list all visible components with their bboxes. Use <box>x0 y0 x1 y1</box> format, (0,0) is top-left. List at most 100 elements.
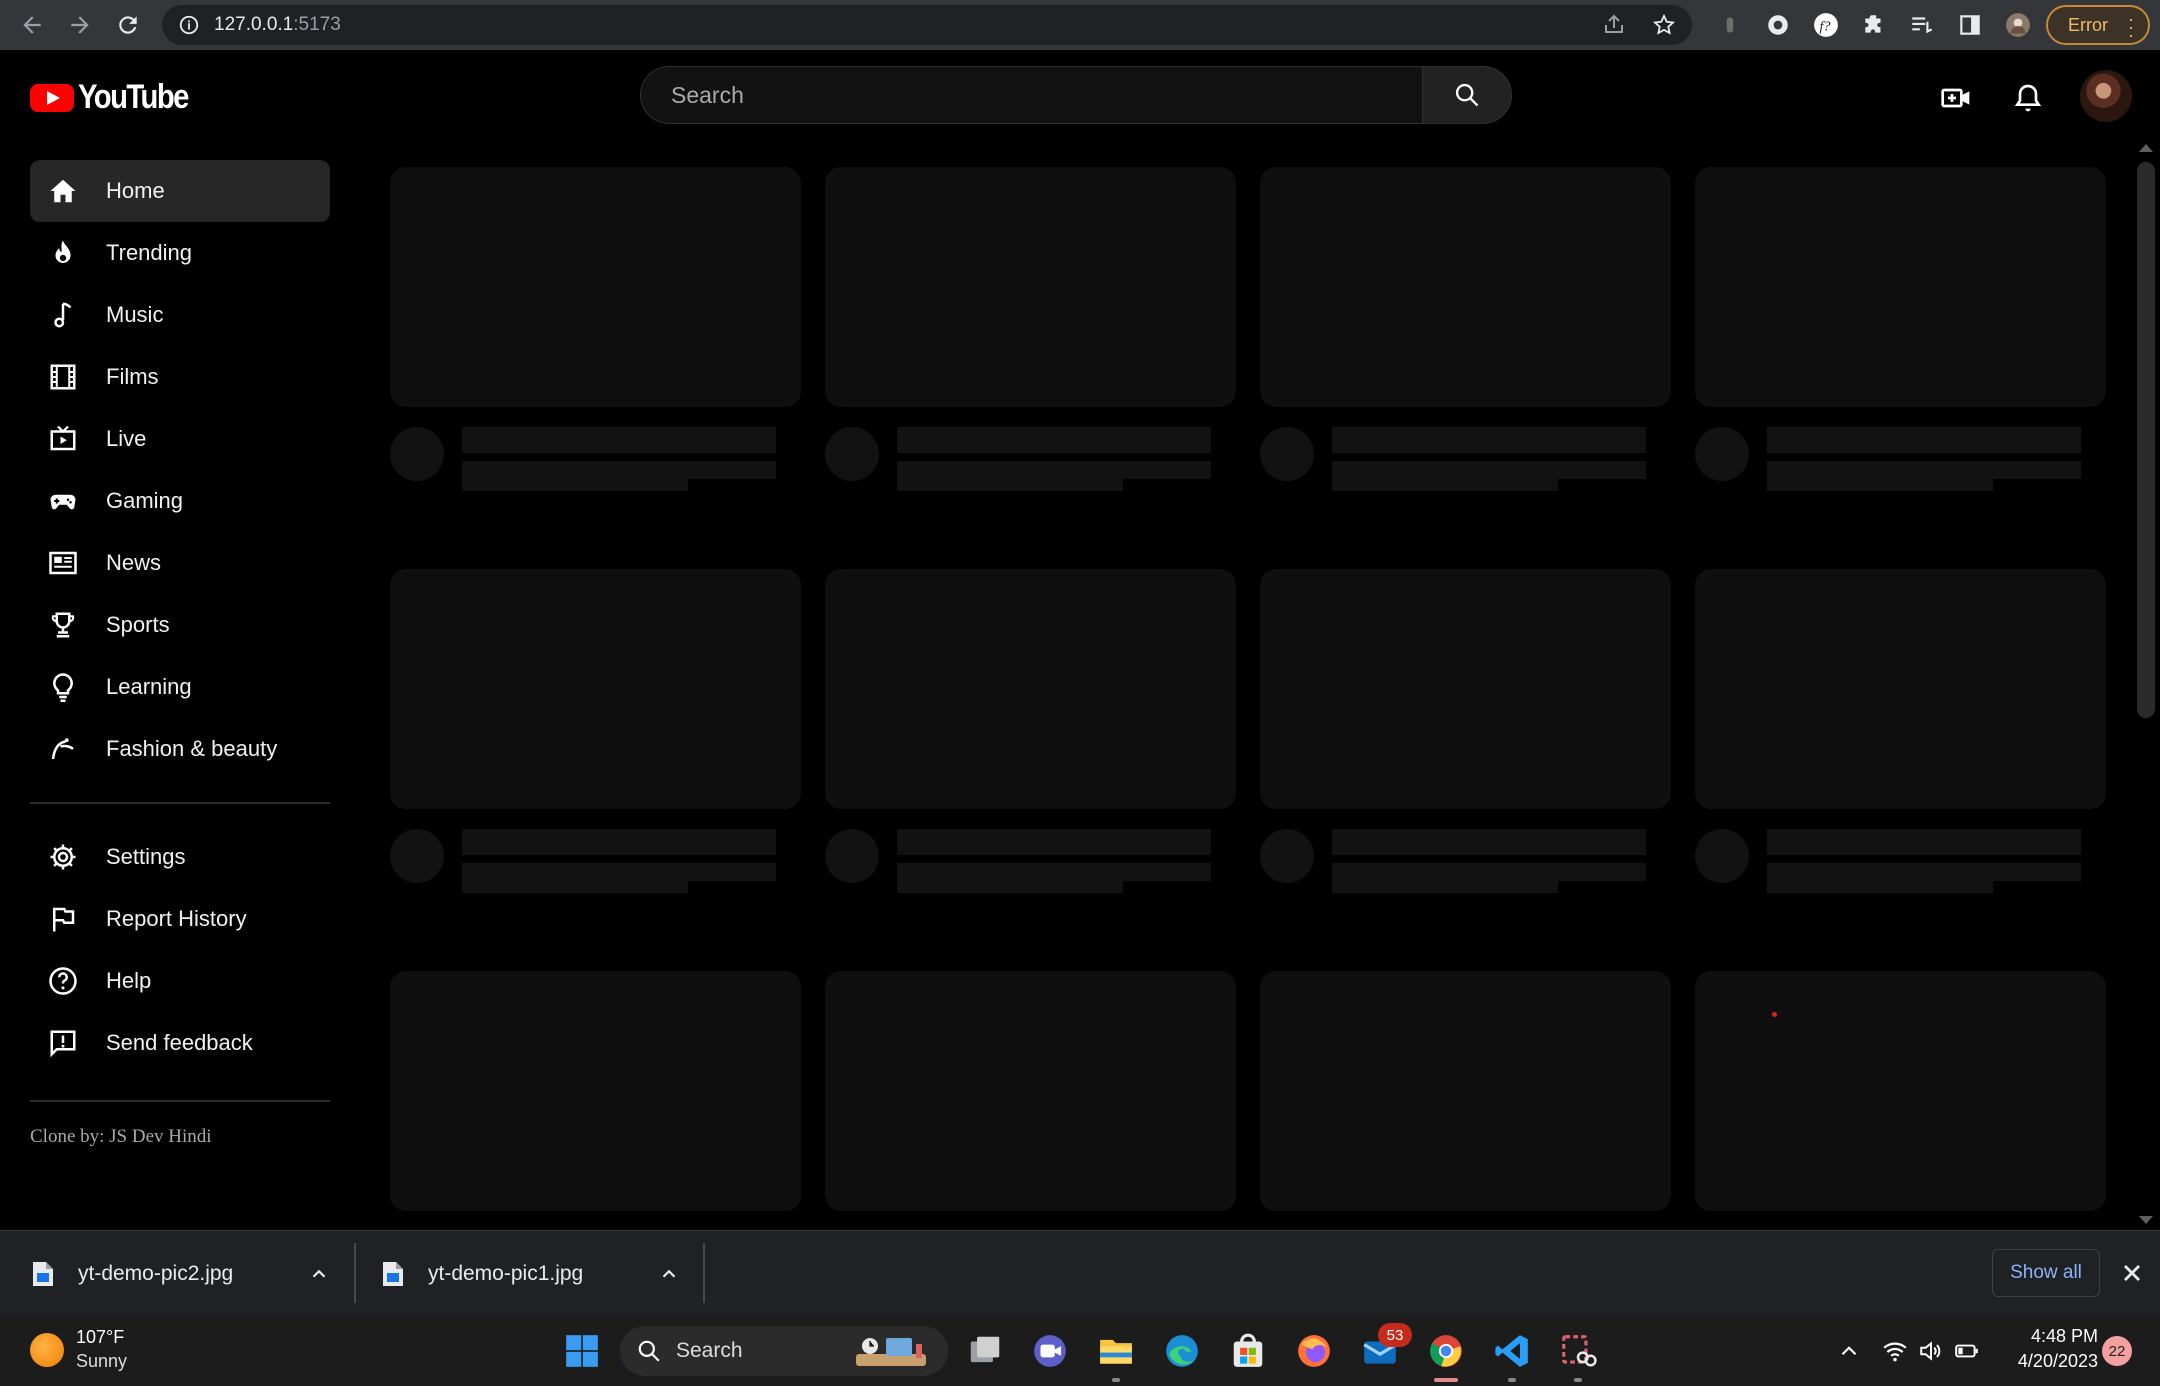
film-icon <box>50 364 76 390</box>
back-button[interactable] <box>8 0 56 50</box>
notification-count-badge[interactable]: 22 <box>2102 1336 2132 1366</box>
sidebar-item-label: Report History <box>106 906 247 931</box>
user-avatar[interactable] <box>2080 70 2132 122</box>
sidebar-item-news[interactable]: News <box>30 532 330 594</box>
battery-icon[interactable] <box>1954 1338 1980 1364</box>
notifications-button[interactable] <box>2008 78 2048 118</box>
chevron-up-icon[interactable] <box>658 1263 680 1285</box>
download-item[interactable]: yt-demo-pic1.jpg <box>382 1231 694 1316</box>
sidebar-item-trending[interactable]: Trending <box>30 222 330 284</box>
video-card-skeleton[interactable] <box>825 569 1236 893</box>
video-card-skeleton[interactable] <box>390 971 801 1211</box>
sidebar-item-label: Help <box>106 968 152 993</box>
address-bar[interactable]: 127.0.0.1:5173 <box>162 5 1692 45</box>
subtitle-placeholder <box>462 461 776 479</box>
chrome-icon <box>1430 1335 1462 1367</box>
extension-f-icon[interactable]: f? <box>1806 0 1846 50</box>
clock-time[interactable]: 4:48 PM <box>1998 1326 2098 1347</box>
video-card-skeleton[interactable] <box>1695 971 2106 1211</box>
sidebar-divider <box>30 1100 330 1102</box>
title-placeholder <box>897 427 1211 453</box>
channel-avatar-placeholder <box>1695 427 1749 481</box>
sidebar-item-settings[interactable]: Settings <box>30 826 330 888</box>
microsoft-store-button[interactable] <box>1228 1331 1268 1371</box>
file-explorer-button[interactable] <box>1096 1331 1136 1371</box>
create-video-button[interactable] <box>1936 78 1976 118</box>
taskbar-search[interactable]: Search <box>620 1326 948 1376</box>
sidebar-item-films[interactable]: Films <box>30 346 330 408</box>
video-card-skeleton[interactable] <box>390 569 801 893</box>
scroll-down-arrow-icon[interactable] <box>2139 1216 2153 1224</box>
hanger-icon <box>51 738 74 760</box>
scrollbar-thumb[interactable] <box>2137 162 2155 718</box>
share-icon[interactable] <box>1602 13 1626 37</box>
running-indicator <box>1508 1378 1516 1382</box>
sidebar-item-music[interactable]: Music <box>30 284 330 346</box>
sidebar-item-sports[interactable]: Sports <box>30 594 330 656</box>
logo-text: YouTube <box>78 78 189 116</box>
bookmark-star-icon[interactable] <box>1652 13 1676 37</box>
youtube-logo[interactable]: YouTube <box>30 78 206 117</box>
sidebar-item-fashion-beauty[interactable]: Fashion & beauty <box>30 718 330 780</box>
svg-text:f?: f? <box>1820 18 1831 34</box>
close-icon[interactable] <box>2118 1259 2146 1287</box>
wifi-icon[interactable] <box>1882 1338 1908 1364</box>
sidebar-item-report-history[interactable]: Report History <box>30 888 330 950</box>
weather-sun-icon[interactable] <box>30 1333 64 1367</box>
search-button[interactable] <box>1422 66 1512 124</box>
channel-avatar-placeholder <box>825 829 879 883</box>
edge-browser-button[interactable] <box>1162 1331 1202 1371</box>
subtitle-placeholder <box>462 479 688 491</box>
video-card-skeleton[interactable] <box>1695 167 2106 491</box>
start-button[interactable] <box>562 1331 602 1371</box>
forward-button[interactable] <box>56 0 104 50</box>
sidebar-item-gaming[interactable]: Gaming <box>30 470 330 532</box>
profile-error-button[interactable]: Error · · · <box>2046 5 2150 45</box>
video-card-skeleton[interactable] <box>1260 971 1671 1211</box>
video-card-skeleton[interactable] <box>1695 569 2106 893</box>
profile-avatar-icon[interactable] <box>1998 0 2038 50</box>
reload-button[interactable] <box>104 0 152 50</box>
video-card-skeleton[interactable] <box>390 167 801 491</box>
extensions-puzzle-icon[interactable] <box>1854 0 1894 50</box>
reading-list-icon[interactable] <box>1902 0 1942 50</box>
video-card-skeleton[interactable] <box>825 167 1236 491</box>
edge-browser-icon <box>1166 1335 1198 1367</box>
sidebar-item-send-feedback[interactable]: Send feedback <box>30 1012 330 1074</box>
task-view-button[interactable] <box>965 1331 1005 1371</box>
volume-icon[interactable] <box>1918 1338 1944 1364</box>
sidebar-item-learning[interactable]: Learning <box>30 656 330 718</box>
extension-1-icon[interactable] <box>1710 0 1750 50</box>
sidebar-item-home[interactable]: Home <box>30 160 330 222</box>
show-all-button[interactable]: Show all <box>1992 1249 2100 1297</box>
snipping-tool-button[interactable] <box>1558 1331 1598 1371</box>
download-item[interactable]: yt-demo-pic2.jpg <box>32 1231 344 1316</box>
side-panel-icon[interactable] <box>1950 0 1990 50</box>
scroll-up-arrow-icon[interactable] <box>2139 144 2153 152</box>
home-icon <box>50 179 76 203</box>
download-filename: yt-demo-pic1.jpg <box>428 1261 584 1285</box>
chrome-button[interactable] <box>1426 1331 1466 1371</box>
thumbnail-placeholder <box>1260 971 1671 1211</box>
site-info-icon[interactable] <box>178 14 200 36</box>
sidebar-item-help[interactable]: Help <box>30 950 330 1012</box>
active-app-indicator <box>1434 1378 1458 1382</box>
video-card-skeleton[interactable] <box>825 971 1236 1211</box>
video-card-skeleton[interactable] <box>1260 569 1671 893</box>
video-card-skeleton[interactable] <box>1260 167 1671 491</box>
teams-meet-button[interactable] <box>1030 1331 1070 1371</box>
chevron-up-icon[interactable] <box>1836 1338 1862 1364</box>
vscode-button[interactable] <box>1492 1331 1532 1371</box>
task-view-icon <box>970 1336 1000 1363</box>
clock-date[interactable]: 4/20/2023 <box>1978 1351 2098 1372</box>
windows-taskbar: 107°F Sunny Search 53 4:48 PM 4/20/2023 … <box>0 1315 2160 1386</box>
chevron-up-icon[interactable] <box>308 1263 330 1285</box>
sidebar-item-live[interactable]: Live <box>30 408 330 470</box>
extension-2-icon[interactable] <box>1758 0 1798 50</box>
live-tv-icon <box>50 425 76 451</box>
page-scrollbar[interactable] <box>2134 138 2158 1228</box>
thumbnail-placeholder <box>1260 569 1671 809</box>
search-input[interactable] <box>640 66 1422 124</box>
firefox-button[interactable] <box>1294 1331 1334 1371</box>
vscode-icon <box>1495 1335 1528 1367</box>
